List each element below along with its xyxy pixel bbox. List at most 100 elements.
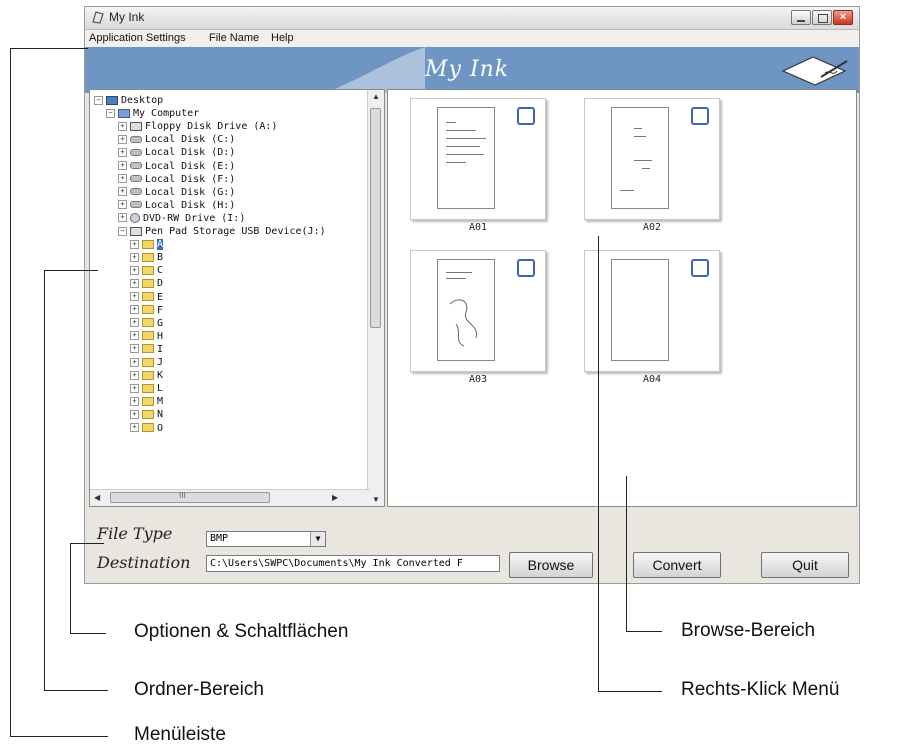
tree-item[interactable]: + E — [130, 291, 163, 304]
callout-line — [10, 736, 108, 737]
maximize-button[interactable] — [812, 10, 832, 25]
tree-item[interactable]: + D — [130, 277, 163, 290]
tree-item[interactable]: + B — [130, 251, 163, 264]
close-button[interactable]: × — [833, 10, 853, 25]
tree-item[interactable]: + C — [130, 264, 163, 277]
tree-item-label: Local Disk (D:) — [145, 147, 236, 159]
tree-expander-icon[interactable]: − — [106, 108, 115, 118]
tree-item[interactable]: + DVD-RW Drive (I:) — [118, 212, 245, 225]
browse-button[interactable]: Browse — [509, 552, 593, 578]
chevron-down-icon[interactable]: ▼ — [310, 532, 325, 546]
thumbnail-a04[interactable] — [584, 250, 720, 372]
tree-expander-icon[interactable]: + — [130, 265, 139, 275]
tree-expander-icon[interactable]: + — [130, 396, 139, 406]
callout-folder-area: Ordner-Bereich — [134, 679, 264, 700]
scroll-grip: III — [179, 491, 186, 500]
tree-item[interactable]: + J — [130, 356, 163, 369]
tree-item-label: Pen Pad Storage USB Device(J:) — [145, 226, 326, 237]
tree-item-label: C — [157, 265, 164, 277]
tree-expander-icon[interactable]: + — [130, 318, 139, 328]
tree-vertical-scrollbar[interactable]: ▲ ▼ — [367, 90, 384, 506]
tree-expander-icon[interactable]: + — [130, 344, 139, 354]
tree-expander-icon[interactable]: + — [118, 134, 127, 144]
tree-expander-icon[interactable]: + — [130, 252, 139, 262]
select-checkbox[interactable] — [517, 259, 535, 277]
folder-icon — [142, 423, 154, 432]
folder-icon — [142, 265, 154, 275]
tree-expander-icon[interactable]: + — [130, 409, 139, 419]
thumbnail-a02[interactable] — [584, 98, 720, 220]
tree-item[interactable]: + M — [130, 395, 163, 408]
tree-item[interactable]: + I — [130, 343, 163, 356]
tree-item[interactable]: + O — [130, 422, 163, 435]
tree-expander-icon[interactable]: + — [130, 423, 139, 432]
tree-expander-icon[interactable]: + — [118, 200, 127, 210]
scroll-up-arrow-icon[interactable]: ▲ — [372, 92, 380, 101]
tree-item[interactable]: + L — [130, 382, 163, 395]
menu-file-name[interactable]: File Name — [209, 32, 259, 44]
tree-item-label: G — [157, 317, 164, 329]
tree-item[interactable]: + H — [130, 330, 163, 343]
tree-item[interactable]: + N — [130, 408, 163, 421]
tree-item[interactable]: + Local Disk (D:) — [118, 146, 235, 159]
select-checkbox[interactable] — [691, 259, 709, 277]
tree-item-label: O — [157, 422, 164, 434]
menu-help[interactable]: Help — [271, 32, 294, 44]
scroll-down-arrow-icon[interactable]: ▼ — [372, 495, 380, 504]
tree-item[interactable]: − Desktop — [94, 94, 163, 107]
tree-item[interactable]: + Floppy Disk Drive (A:) — [118, 120, 277, 133]
file-type-value: BMP — [210, 533, 229, 544]
tree-expander-icon[interactable]: + — [130, 239, 139, 249]
thumbnail-a01[interactable] — [410, 98, 546, 220]
tree-expander-icon[interactable]: − — [118, 226, 127, 236]
browse-area[interactable]: A01 A02 A03 A04 — [387, 89, 857, 507]
tree-expander-icon[interactable]: + — [118, 147, 127, 157]
tree-expander-icon[interactable]: − — [94, 95, 103, 105]
callout-line — [44, 690, 108, 691]
tree-expander-icon[interactable]: + — [130, 370, 139, 380]
tree-item[interactable]: + Local Disk (G:) — [118, 186, 235, 199]
tree-expander-icon[interactable]: + — [118, 161, 127, 170]
tree-item[interactable]: + K — [130, 369, 163, 382]
scroll-right-arrow-icon[interactable]: ▶ — [332, 493, 338, 502]
tree-expander-icon[interactable]: + — [130, 305, 139, 315]
tree-item[interactable]: + A — [130, 238, 164, 251]
tree-item[interactable]: + Local Disk (E:) — [118, 160, 235, 173]
tree-item[interactable]: + Local Disk (H:) — [118, 199, 235, 212]
minimize-button[interactable] — [791, 10, 811, 25]
tree-expander-icon[interactable]: + — [118, 213, 127, 223]
select-checkbox[interactable] — [691, 107, 709, 125]
tree-item[interactable]: + Local Disk (C:) — [118, 133, 235, 146]
tree-horizontal-scrollbar[interactable]: ◀ III ▶ — [90, 489, 370, 506]
callout-line — [44, 270, 45, 691]
tree-expander-icon[interactable]: + — [118, 121, 127, 131]
folder-tree[interactable]: − Desktop − My Computer + Floppy Disk Drive (… — [89, 89, 385, 507]
tree-item-label: H — [157, 330, 164, 342]
scroll-left-arrow-icon[interactable]: ◀ — [94, 493, 100, 502]
tree-horizontal-scroll-thumb[interactable]: III — [110, 491, 270, 503]
tree-expander-icon[interactable]: + — [130, 383, 139, 393]
convert-button[interactable]: Convert — [633, 552, 721, 578]
tree-expander-icon[interactable]: + — [130, 331, 139, 341]
tree-expander-icon[interactable]: + — [118, 174, 127, 184]
callout-context-menu: Rechts-Klick Menü — [681, 679, 840, 700]
tree-item[interactable]: + Local Disk (F:) — [118, 173, 235, 186]
tree-item-label: Local Disk (H:) — [145, 199, 236, 211]
tree-item[interactable]: − Pen Pad Storage USB Device(J:) — [118, 225, 326, 238]
close-icon: × — [839, 11, 847, 23]
tree-expander-icon[interactable]: + — [130, 292, 139, 301]
tree-item[interactable]: − My Computer — [106, 107, 199, 120]
quit-button[interactable]: Quit — [761, 552, 849, 578]
destination-field[interactable]: C:\Users\SWPC\Documents\My Ink Converted… — [206, 555, 500, 572]
tree-vertical-scroll-thumb[interactable] — [370, 108, 381, 328]
menu-application-settings[interactable]: Application Settings — [89, 32, 186, 44]
tree-expander-icon[interactable]: + — [130, 357, 139, 367]
select-checkbox[interactable] — [517, 107, 535, 125]
tree-item[interactable]: + G — [130, 317, 163, 330]
tree-expander-icon[interactable]: + — [118, 187, 127, 197]
tree-expander-icon[interactable]: + — [130, 278, 139, 288]
tree-item[interactable]: + F — [130, 304, 163, 317]
file-type-select[interactable]: BMP ▼ — [206, 531, 326, 547]
floppy-icon — [130, 121, 142, 131]
thumbnail-a03[interactable] — [410, 250, 546, 372]
